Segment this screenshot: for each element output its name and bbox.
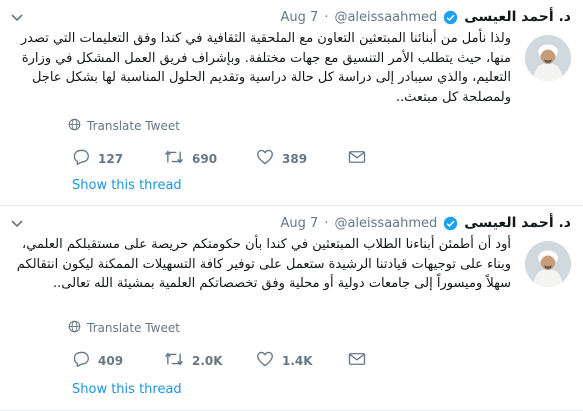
retweet-icon bbox=[164, 149, 184, 168]
retweet-button[interactable]: 690 bbox=[164, 149, 256, 168]
direct-message-icon bbox=[348, 149, 366, 168]
retweet-count: 2.0K bbox=[192, 353, 223, 368]
separator-dot: · bbox=[324, 215, 329, 231]
like-count: 1.4K bbox=[282, 353, 313, 368]
tweet-1[interactable]: Aug 7 · @aleissaahmed د. أحمد العيسى ولذ… bbox=[0, 0, 583, 206]
direct-message-icon bbox=[348, 351, 366, 370]
translate-tweet-link[interactable]: Translate Tweet bbox=[68, 118, 180, 134]
globe-icon bbox=[68, 320, 81, 336]
like-button[interactable]: 389 bbox=[256, 149, 348, 168]
like-count: 389 bbox=[282, 151, 308, 166]
globe-icon bbox=[68, 118, 81, 134]
tweet-header: Aug 7 · @aleissaahmed د. أحمد العيسى bbox=[281, 212, 571, 234]
verified-badge-icon bbox=[443, 216, 458, 231]
retweet-count: 690 bbox=[192, 151, 218, 166]
tweet-date[interactable]: Aug 7 bbox=[281, 216, 319, 231]
verified-badge-icon bbox=[443, 10, 458, 25]
translate-tweet-link[interactable]: Translate Tweet bbox=[68, 320, 180, 336]
author-handle[interactable]: @aleissaahmed bbox=[334, 216, 437, 231]
tweet-date[interactable]: Aug 7 bbox=[281, 10, 319, 25]
tweet-actions: 409 2.0K 1.4K bbox=[72, 351, 378, 370]
like-icon bbox=[256, 149, 274, 168]
reply-icon bbox=[72, 149, 90, 168]
show-thread-link[interactable]: Show this thread bbox=[72, 382, 182, 397]
tweet-actions: 127 690 389 bbox=[72, 149, 378, 168]
author-name[interactable]: د. أحمد العيسى bbox=[464, 215, 571, 231]
author-name[interactable]: د. أحمد العيسى bbox=[464, 9, 571, 25]
reply-count: 127 bbox=[98, 151, 124, 166]
reply-button[interactable]: 409 bbox=[72, 351, 164, 370]
tweet-text: أود أن أطمئن أبناءنا الطلاب المبتعثين في… bbox=[16, 237, 511, 291]
translate-tweet-label: Translate Tweet bbox=[87, 321, 180, 335]
caret-down-icon[interactable] bbox=[10, 214, 24, 233]
direct-message-button[interactable] bbox=[348, 149, 378, 168]
retweet-button[interactable]: 2.0K bbox=[164, 351, 256, 370]
reply-count: 409 bbox=[98, 353, 124, 368]
reply-icon bbox=[72, 351, 90, 370]
author-handle[interactable]: @aleissaahmed bbox=[334, 10, 437, 25]
separator-dot: · bbox=[324, 9, 329, 25]
tweet-thread: Aug 7 · @aleissaahmed د. أحمد العيسى ولذ… bbox=[0, 0, 583, 411]
avatar[interactable] bbox=[525, 241, 571, 287]
tweet-2[interactable]: Aug 7 · @aleissaahmed د. أحمد العيسى أود… bbox=[0, 206, 583, 411]
tweet-header: Aug 7 · @aleissaahmed د. أحمد العيسى bbox=[281, 6, 571, 28]
like-button[interactable]: 1.4K bbox=[256, 351, 348, 370]
translate-tweet-label: Translate Tweet bbox=[87, 119, 180, 133]
like-icon bbox=[256, 351, 274, 370]
show-thread-link[interactable]: Show this thread bbox=[72, 178, 182, 193]
retweet-icon bbox=[164, 351, 184, 370]
tweet-text: ولذا نأمل من أبنائنا المبتعثين التعاون م… bbox=[20, 31, 511, 105]
reply-button[interactable]: 127 bbox=[72, 149, 164, 168]
avatar[interactable] bbox=[525, 35, 571, 81]
direct-message-button[interactable] bbox=[348, 351, 378, 370]
caret-down-icon[interactable] bbox=[10, 8, 24, 27]
